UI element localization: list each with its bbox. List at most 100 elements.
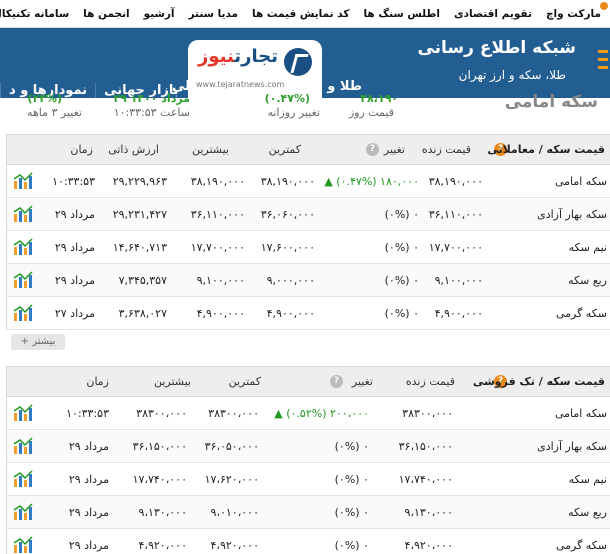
- table-row[interactable]: ربع سکه ۹،۱۳۰،۰۰۰ (۰%) ۰ ۹،۰۱۰،۰۰۰ ۹،۱۳۰،۰۰۰…: [7, 496, 610, 529]
- cell-live: ۱۷،۷۴۰،۰۰۰: [398, 473, 453, 486]
- summary-daily-price: ۳۸،۱۹۰: [360, 92, 398, 105]
- table-row[interactable]: سکه امامی ۳۸,۱۹۰,۰۰۰ ▲ (۰.۴۷%) ۱۸۰,۰۰۰ ۳۸,۱…: [7, 165, 610, 198]
- cell-live: ۴,۹۰۰,۰۰۰: [434, 307, 483, 320]
- chart-icon[interactable]: [7, 529, 37, 554]
- topnav-item-technical[interactable]: سامانه تکنیکال: [0, 8, 70, 20]
- top-nav: مارکت واچ تقویم اقتصادی اطلس سنگ ها کد ن…: [0, 0, 610, 28]
- cell-min: ۴,۹۰۰,۰۰۰: [266, 307, 315, 320]
- cell-min: ۱۷,۶۰۰,۰۰۰: [260, 241, 315, 254]
- table-row[interactable]: سکه امامی ۳۸۳۰۰،۰۰۰ ▲ (۰.۵۲%) ۲۰۰،۰۰۰ ۳۸۳۰۰…: [7, 397, 610, 430]
- coin-name[interactable]: نیم سکه: [569, 241, 607, 254]
- cell-live: ۳۸۳۰۰،۰۰۰: [402, 407, 453, 420]
- coin-name[interactable]: سکه گرمی: [556, 307, 607, 320]
- table-row[interactable]: سکه بهار آزادی ۳۶,۱۱۰,۰۰۰ (۰%) ۰ ۳۶,۰۶۰,۰۰۰…: [7, 198, 610, 231]
- chart-icon[interactable]: [7, 165, 37, 198]
- coin-name[interactable]: نیم سکه: [569, 473, 607, 486]
- topnav-item-archive[interactable]: آرشیو: [143, 8, 176, 20]
- cell-min: ۱۷،۶۲۰،۰۰۰: [204, 473, 259, 486]
- table-header: ? قیمت سکه / تک فروشی قیمت زنده ? تغییر …: [7, 367, 610, 397]
- three-month-label: تغییر ۳ ماهه: [27, 106, 82, 119]
- cell-max: ۳۶،۱۵۰،۰۰۰: [132, 440, 187, 453]
- cell-time: ۲۷ مرداد: [54, 307, 95, 320]
- cell-change: ▲ (۰.۴۷%) ۱۸۰,۰۰۰: [324, 175, 419, 188]
- chart-icon[interactable]: [7, 430, 37, 463]
- help-icon[interactable]: ?: [366, 143, 379, 156]
- cell-time: ۱۰:۳۳:۵۳: [52, 175, 95, 188]
- chart-icon[interactable]: [7, 297, 37, 330]
- col-max: بیشترین: [191, 143, 229, 156]
- cell-min: ۳۸,۱۹۰,۰۰۰: [260, 175, 315, 188]
- table-row[interactable]: نیم سکه ۱۷،۷۴۰،۰۰۰ (۰%) ۰ ۱۷،۶۲۰،۰۰۰ ۱۷،۷۴۰،…: [7, 463, 610, 496]
- brand-subtitle: طلا، سکه و ارز تهران: [458, 68, 566, 82]
- cell-change: (۰%) ۰: [334, 506, 369, 519]
- logo-mark-icon: [284, 48, 312, 76]
- page-title: سکه امامی: [504, 92, 598, 112]
- cell-max: ۹,۱۰۰,۰۰۰: [196, 274, 245, 287]
- cell-live: ۹,۱۰۰,۰۰۰: [434, 274, 483, 287]
- summary-daily-change: (۰.۴۷%): [264, 92, 310, 105]
- chart-icon[interactable]: [7, 198, 37, 231]
- cell-time: ۲۹ مرداد: [54, 208, 95, 221]
- coin-name[interactable]: سکه بهار آزادی: [537, 440, 607, 453]
- cell-change: (۰%) ۰: [334, 539, 369, 552]
- chart-icon[interactable]: [7, 496, 37, 529]
- table-row[interactable]: سکه گرمی ۴,۹۰۰,۰۰۰ (۰%) ۰ ۴,۹۰۰,۰۰۰ ۴,۹۰۰,۰۰…: [7, 297, 610, 330]
- table-row[interactable]: ربع سکه ۹,۱۰۰,۰۰۰ (۰%) ۰ ۹,۰۰۰,۰۰۰ ۹,۱۰۰,۰۰۰…: [7, 264, 610, 297]
- brand-title: شبکه اطلاع رسانی: [417, 38, 576, 58]
- hamburger-menu-icon[interactable]: [598, 50, 608, 74]
- cell-change: (۰%) ۰: [384, 274, 419, 287]
- coin-name[interactable]: ربع سکه: [568, 506, 607, 519]
- cell-intrinsic: ۳,۶۳۸,۰۲۷: [118, 307, 167, 320]
- cell-max: ۴,۹۰۰,۰۰۰: [196, 307, 245, 320]
- cell-live: ۹،۱۳۰،۰۰۰: [404, 506, 453, 519]
- trade-rows: سکه امامی ۳۸,۱۹۰,۰۰۰ ▲ (۰.۴۷%) ۱۸۰,۰۰۰ ۳۸,۱…: [7, 165, 610, 330]
- cell-time: ۲۹ مرداد: [68, 440, 109, 453]
- col-change: تغییر: [351, 375, 373, 388]
- col-live: قیمت زنده: [405, 375, 455, 388]
- chart-icon[interactable]: [7, 264, 37, 297]
- chart-icon[interactable]: [7, 463, 37, 496]
- cell-min: ۹,۰۰۰,۰۰۰: [266, 274, 315, 287]
- chart-icon[interactable]: [7, 397, 37, 430]
- cell-min: ۳۶،۰۵۰،۰۰۰: [204, 440, 259, 453]
- col-time: زمان: [70, 143, 93, 156]
- coin-name[interactable]: سکه امامی: [555, 407, 607, 420]
- site-logo[interactable]: تجارتنیوز www.tejaratnews.com: [188, 40, 322, 98]
- cell-time: ۲۹ مرداد: [54, 241, 95, 254]
- cell-change: (۰%) ۰: [384, 208, 419, 221]
- cell-live: ۱۷,۷۰۰,۰۰۰: [428, 241, 483, 254]
- notification-dot-icon: [600, 2, 608, 10]
- cell-change: (۰%) ۰: [334, 473, 369, 486]
- topnav-item-stones[interactable]: اطلس سنگ ها: [362, 8, 441, 20]
- cell-change: ▲ (۰.۵۲%) ۲۰۰،۰۰۰: [274, 407, 369, 420]
- topnav-item-media[interactable]: مدیا سنتر: [188, 8, 240, 20]
- cell-min: ۹،۰۱۰،۰۰۰: [210, 506, 259, 519]
- help-icon[interactable]: ?: [330, 375, 343, 388]
- price-summary: سکه امامی ۳۸،۱۹۰ (۰.۴۷%) ۲۹ مرداد ۱۴۰۰ (…: [0, 92, 610, 126]
- coin-name[interactable]: سکه بهار آزادی: [537, 208, 607, 221]
- cell-change: (۰%) ۰: [384, 307, 419, 320]
- coin-name[interactable]: سکه امامی: [555, 175, 607, 188]
- cell-time: ۱۰:۳۳:۵۳: [66, 407, 109, 420]
- table-row[interactable]: سکه بهار آزادی ۳۶،۱۵۰،۰۰۰ (۰%) ۰ ۳۶،۰۵۰،۰۰۰…: [7, 430, 610, 463]
- coin-name[interactable]: ربع سکه: [568, 274, 607, 287]
- cell-live: ۴،۹۲۰،۰۰۰: [404, 539, 453, 552]
- coin-name[interactable]: سکه گرمی: [556, 539, 607, 552]
- cell-max: ۳۸,۱۹۰,۰۰۰: [190, 175, 245, 188]
- topnav-item-forums[interactable]: انجمن ها: [82, 8, 130, 20]
- site-header: شبکه اطلاع رسانی طلا، سکه و ارز تهران طل…: [0, 28, 610, 98]
- chart-icon[interactable]: [7, 231, 37, 264]
- cell-live: ۳۶،۱۵۰،۰۰۰: [398, 440, 453, 453]
- cell-time: ۲۹ مرداد: [68, 539, 109, 552]
- cell-max: ۱۷،۷۴۰،۰۰۰: [132, 473, 187, 486]
- cell-change: (۰%) ۰: [334, 440, 369, 453]
- more-button[interactable]: + بیشتر: [11, 334, 65, 350]
- table-row[interactable]: نیم سکه ۱۷,۷۰۰,۰۰۰ (۰%) ۰ ۱۷,۶۰۰,۰۰۰ ۱۷,۷۰۰,…: [7, 231, 610, 264]
- topnav-item-market-watch[interactable]: مارکت واچ: [545, 8, 602, 20]
- topnav-item-price-code[interactable]: کد نمایش قیمت ها: [251, 8, 350, 20]
- summary-date: ۲۹ مرداد ۱۴۰۰: [113, 92, 190, 105]
- table-row[interactable]: سکه گرمی ۴،۹۲۰،۰۰۰ (۰%) ۰ ۴،۹۲۰،۰۰۰ ۴،۹۲۰،۰۰…: [7, 529, 610, 554]
- cell-live: ۳۸,۱۹۰,۰۰۰: [428, 175, 483, 188]
- topnav-item-calendar[interactable]: تقویم اقتصادی: [453, 8, 533, 20]
- retail-coin-table: ? قیمت سکه / تک فروشی قیمت زنده ? تغییر …: [6, 366, 610, 554]
